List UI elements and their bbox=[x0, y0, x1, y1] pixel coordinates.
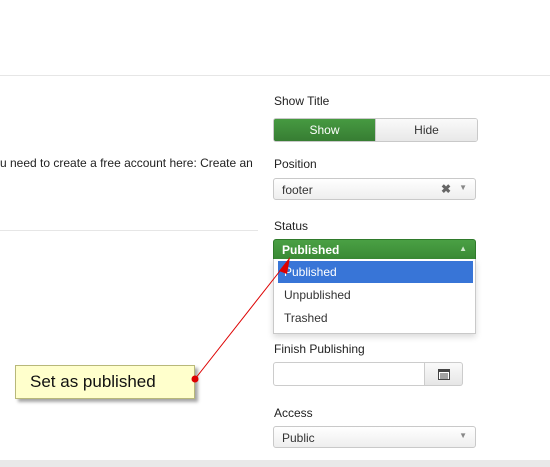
bottom-bar bbox=[0, 460, 550, 467]
position-label: Position bbox=[274, 157, 317, 171]
position-value: footer bbox=[282, 183, 313, 197]
status-value: Published bbox=[282, 243, 340, 257]
finish-publishing-input[interactable] bbox=[273, 362, 425, 386]
status-select[interactable]: Published ▲ bbox=[273, 239, 476, 260]
show-title-label: Show Title bbox=[274, 94, 330, 108]
access-label: Access bbox=[274, 406, 313, 420]
access-value: Public bbox=[282, 431, 315, 445]
calendar-icon bbox=[437, 368, 450, 380]
show-button[interactable]: Show bbox=[274, 119, 375, 141]
calendar-button[interactable] bbox=[425, 362, 463, 386]
finish-publishing-label: Finish Publishing bbox=[274, 342, 365, 356]
hide-button[interactable]: Hide bbox=[375, 119, 477, 141]
annotation-text: Set as published bbox=[30, 372, 156, 391]
annotation-callout: Set as published bbox=[15, 365, 195, 399]
status-label: Status bbox=[274, 219, 309, 233]
access-select[interactable]: Public ▼ bbox=[273, 426, 476, 448]
mid-separator bbox=[0, 230, 258, 231]
status-option-trashed[interactable]: Trashed bbox=[278, 307, 473, 329]
clear-icon[interactable]: ✖ bbox=[441, 182, 451, 196]
top-separator bbox=[0, 75, 550, 76]
status-dropdown-list: Published Unpublished Trashed bbox=[273, 259, 476, 334]
position-select[interactable]: footer ✖ ▼ bbox=[273, 178, 476, 200]
chevron-down-icon: ▼ bbox=[459, 431, 467, 440]
show-title-toggle: Show Hide bbox=[273, 118, 478, 142]
status-option-unpublished[interactable]: Unpublished bbox=[278, 284, 473, 306]
chevron-down-icon: ▼ bbox=[459, 183, 467, 192]
status-option-published[interactable]: Published bbox=[278, 261, 473, 283]
intro-text: u need to create a free account here: Cr… bbox=[0, 156, 253, 170]
chevron-up-icon: ▲ bbox=[459, 244, 467, 253]
